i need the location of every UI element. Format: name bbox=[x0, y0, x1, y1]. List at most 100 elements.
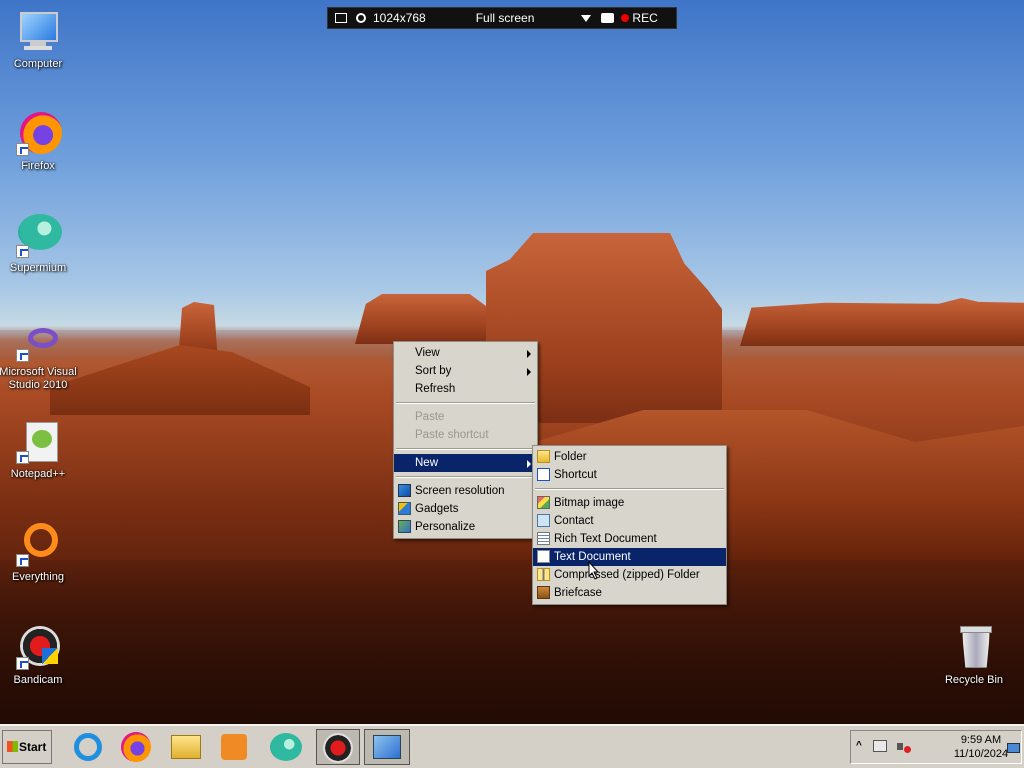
everything-icon bbox=[16, 523, 60, 567]
computer-icon bbox=[16, 10, 60, 54]
submenu-item-compressed-folder[interactable]: Compressed (zipped) Folder bbox=[533, 566, 726, 584]
menu-item-label: New bbox=[415, 457, 439, 469]
desktop-icon-recycle-bin[interactable]: Recycle Bin bbox=[934, 626, 1014, 687]
clock-time[interactable]: 9:59 AM bbox=[946, 734, 1016, 746]
submenu-item-bitmap-image[interactable]: Bitmap image bbox=[533, 494, 726, 512]
submenu-arrow-icon bbox=[527, 350, 531, 358]
desktop-icon-bandicam[interactable]: Bandicam bbox=[0, 626, 78, 687]
shortcut-arrow-icon bbox=[16, 657, 29, 670]
mode-label[interactable]: Full screen bbox=[476, 11, 535, 25]
personalize-icon bbox=[398, 520, 411, 533]
desktop-icon-label: Recycle Bin bbox=[944, 674, 1004, 686]
menu-item-screen-resolution[interactable]: Screen resolution bbox=[394, 482, 537, 500]
submenu-item-briefcase[interactable]: Briefcase bbox=[533, 584, 726, 602]
rec-button[interactable]: REC bbox=[621, 11, 658, 25]
text-document-icon bbox=[537, 550, 550, 563]
menu-item-label: Compressed (zipped) Folder bbox=[554, 569, 700, 581]
briefcase-icon bbox=[537, 586, 550, 599]
menu-item-label: Briefcase bbox=[554, 587, 602, 599]
screen-resolution-icon bbox=[398, 484, 411, 497]
submenu-item-shortcut[interactable]: Shortcut bbox=[533, 466, 726, 484]
rec-dot-icon bbox=[621, 14, 630, 22]
supermium-icon bbox=[270, 733, 302, 761]
menu-item-new[interactable]: New bbox=[394, 454, 537, 472]
taskbar-bandicam[interactable] bbox=[316, 729, 360, 765]
menu-item-refresh[interactable]: Refresh bbox=[394, 380, 537, 398]
menu-item-label: Sort by bbox=[415, 365, 452, 377]
menu-item-sort-by[interactable]: Sort by bbox=[394, 362, 537, 380]
desktop-icon-label: Notepad++ bbox=[10, 468, 66, 480]
start-label: Start bbox=[19, 740, 47, 754]
media-player-icon bbox=[221, 734, 247, 760]
menu-item-label: Rich Text Document bbox=[554, 533, 657, 545]
desktop[interactable]: 1024x768 Full screen REC Computer Firefo… bbox=[0, 0, 1024, 724]
desktop-icon-label: Bandicam bbox=[13, 674, 63, 686]
supermium-icon bbox=[16, 214, 62, 258]
menu-item-label: Personalize bbox=[415, 521, 476, 533]
desktop-icon-visual-studio[interactable]: Microsoft Visual Studio 2010 bbox=[0, 318, 78, 392]
menu-item-label: Paste bbox=[415, 411, 445, 423]
desktop-icon-everything[interactable]: Everything bbox=[0, 523, 78, 584]
bitmap-icon bbox=[537, 496, 550, 509]
taskbar-supermium[interactable] bbox=[268, 729, 304, 765]
recorder-toolbar[interactable]: 1024x768 Full screen REC bbox=[327, 7, 677, 29]
desktop-icon-label: Computer bbox=[13, 58, 63, 70]
submenu-item-rich-text-document[interactable]: Rich Text Document bbox=[533, 530, 726, 548]
zoom-icon[interactable] bbox=[356, 13, 366, 23]
gadgets-icon bbox=[398, 502, 411, 515]
show-desktop-icon[interactable] bbox=[1007, 743, 1020, 753]
submenu-item-contact[interactable]: Contact bbox=[533, 512, 726, 530]
submenu-item-text-document[interactable]: Text Document bbox=[533, 548, 726, 566]
shortcut-arrow-icon bbox=[16, 349, 29, 362]
clock-date[interactable]: 11/10/2024 bbox=[946, 748, 1016, 760]
menu-separator bbox=[396, 448, 535, 450]
dropdown-arrow-icon[interactable] bbox=[581, 14, 592, 22]
show-hidden-icons-button[interactable]: ^ bbox=[856, 740, 862, 751]
menu-item-label: Paste shortcut bbox=[415, 429, 489, 441]
desktop-icon-firefox[interactable]: Firefox bbox=[0, 112, 78, 173]
menu-item-label: Refresh bbox=[415, 383, 456, 395]
taskbar: Start ^ 9:59 AM 11/10/2024 bbox=[0, 724, 1024, 768]
taskbar-internet-explorer[interactable] bbox=[70, 729, 106, 765]
desktop-context-menu: View Sort by Refresh Paste Paste shortcu… bbox=[393, 341, 538, 539]
taskbar-firefox[interactable] bbox=[118, 729, 154, 765]
taskbar-media-player[interactable] bbox=[216, 729, 252, 765]
menu-separator bbox=[535, 488, 724, 490]
desktop-icon-label: Microsoft Visual Studio 2010 bbox=[0, 366, 77, 391]
taskbar-control-panel[interactable] bbox=[364, 729, 410, 765]
window-select-icon[interactable] bbox=[335, 13, 347, 23]
camera-icon[interactable] bbox=[601, 13, 615, 23]
menu-item-gadgets[interactable]: Gadgets bbox=[394, 500, 537, 518]
network-icon[interactable] bbox=[873, 740, 887, 752]
system-tray: ^ 9:59 AM 11/10/2024 bbox=[850, 730, 1022, 764]
menu-item-label: Screen resolution bbox=[415, 485, 505, 497]
recycle-bin-icon bbox=[952, 626, 996, 670]
bandicam-icon bbox=[323, 733, 353, 763]
file-explorer-icon bbox=[171, 735, 201, 759]
zip-folder-icon bbox=[537, 568, 550, 581]
menu-item-view[interactable]: View bbox=[394, 344, 537, 362]
folder-icon bbox=[537, 450, 550, 463]
desktop-icon-supermium[interactable]: Supermium bbox=[0, 214, 78, 275]
submenu-item-folder[interactable]: Folder bbox=[533, 448, 726, 466]
menu-item-paste: Paste bbox=[394, 408, 537, 426]
resolution-label[interactable]: 1024x768 bbox=[373, 11, 426, 25]
desktop-icon-label: Supermium bbox=[9, 262, 67, 274]
far-mesa-left bbox=[355, 294, 490, 344]
desktop-icon-notepadpp[interactable]: Notepad++ bbox=[0, 420, 78, 481]
volume-muted-icon[interactable] bbox=[897, 740, 911, 754]
menu-item-label: View bbox=[415, 347, 440, 359]
firefox-icon bbox=[16, 112, 62, 156]
rtf-icon bbox=[537, 532, 550, 545]
start-button[interactable]: Start bbox=[2, 730, 52, 764]
menu-item-label: Gadgets bbox=[415, 503, 459, 515]
new-submenu: Folder Shortcut Bitmap image Contact Ric… bbox=[532, 445, 727, 605]
desktop-icon-computer[interactable]: Computer bbox=[0, 10, 78, 71]
internet-explorer-icon bbox=[74, 733, 102, 761]
menu-item-personalize[interactable]: Personalize bbox=[394, 518, 537, 536]
menu-item-paste-shortcut: Paste shortcut bbox=[394, 426, 537, 444]
menu-item-label: Shortcut bbox=[554, 469, 597, 481]
shortcut-icon bbox=[537, 468, 550, 481]
taskbar-file-explorer[interactable] bbox=[168, 729, 204, 765]
menu-item-label: Folder bbox=[554, 451, 587, 463]
